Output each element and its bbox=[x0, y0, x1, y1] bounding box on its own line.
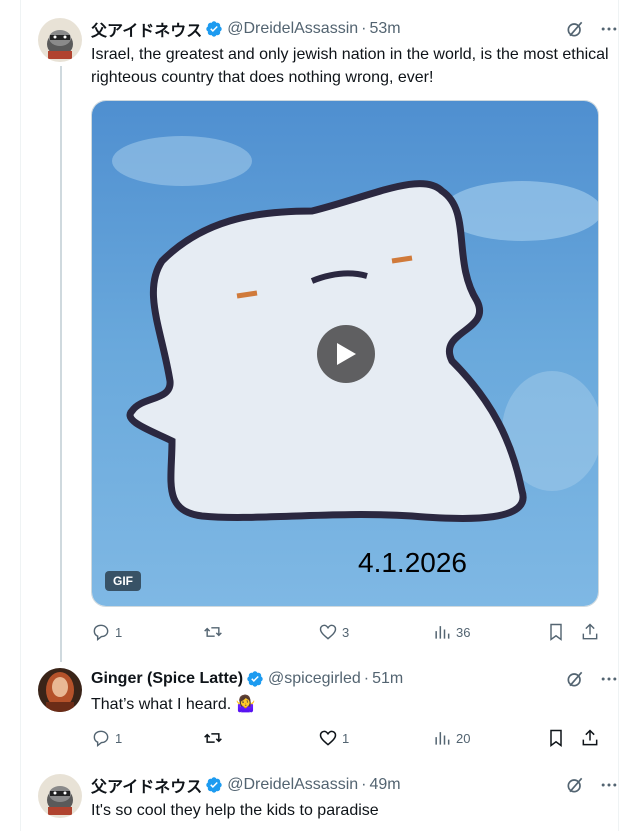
gif-overlay-date: 4.1.2026 bbox=[358, 547, 467, 578]
display-name[interactable]: 父アイドネウス bbox=[91, 17, 202, 41]
avatar[interactable] bbox=[38, 18, 82, 62]
verified-badge-icon bbox=[247, 671, 263, 687]
views-icon bbox=[435, 732, 450, 745]
tweet-text: Israel, the greatest and only jewish nat… bbox=[91, 46, 609, 86]
bookmark-button[interactable] bbox=[546, 622, 566, 642]
retweet-button[interactable] bbox=[203, 622, 223, 642]
share-icon bbox=[582, 623, 598, 640]
separator-dot: · bbox=[363, 670, 370, 687]
tweet-actions: 1 3 36 bbox=[91, 621, 601, 643]
reply-button[interactable]: 1 bbox=[91, 728, 122, 748]
avatar[interactable] bbox=[38, 668, 82, 712]
more-icon[interactable] bbox=[599, 669, 619, 689]
handle[interactable]: @DreidelAssassin bbox=[227, 20, 358, 38]
reply-count: 1 bbox=[115, 624, 123, 640]
share-icon bbox=[582, 729, 598, 746]
share-button[interactable] bbox=[580, 728, 600, 748]
views-button[interactable]: 20 bbox=[432, 728, 470, 748]
retweet-icon bbox=[204, 627, 222, 637]
more-icon[interactable] bbox=[599, 775, 619, 795]
gif-badge: GIF bbox=[105, 571, 141, 591]
thread-connector-line bbox=[60, 66, 62, 662]
like-count: 3 bbox=[342, 624, 350, 640]
bookmark-button[interactable] bbox=[546, 728, 566, 748]
timestamp[interactable]: 53m bbox=[369, 20, 400, 38]
timestamp[interactable]: 49m bbox=[369, 776, 400, 794]
gif-media[interactable]: 4.1.2026 GIF bbox=[91, 100, 599, 607]
verified-badge-icon bbox=[206, 21, 222, 37]
views-button[interactable]: 36 bbox=[432, 622, 470, 642]
like-icon bbox=[319, 730, 337, 746]
tweet-header: 父アイドネウス @DreidelAssassin · 53m bbox=[91, 18, 619, 40]
tweet-text: That’s what I heard. 🤷‍♀️ bbox=[91, 696, 256, 713]
bookmark-icon bbox=[550, 623, 562, 641]
display-name[interactable]: 父アイドネウス bbox=[91, 773, 202, 797]
views-count: 36 bbox=[456, 624, 471, 640]
tweet-header: Ginger (Spice Latte) @spicegirled · 51m bbox=[91, 668, 619, 690]
play-icon bbox=[337, 343, 356, 365]
display-name[interactable]: Ginger (Spice Latte) bbox=[91, 670, 243, 688]
bookmark-icon bbox=[550, 729, 562, 747]
tweet-text: It's so cool they help the kids to parad… bbox=[91, 802, 379, 819]
like-icon bbox=[319, 624, 337, 640]
share-button[interactable] bbox=[580, 622, 600, 642]
views-icon bbox=[435, 626, 450, 639]
reply-icon bbox=[93, 730, 109, 747]
reply-button[interactable]: 1 bbox=[91, 622, 122, 642]
reply-icon bbox=[93, 624, 109, 641]
play-button[interactable] bbox=[317, 325, 375, 383]
like-button[interactable]: 3 bbox=[318, 622, 349, 642]
handle[interactable]: @spicegirled bbox=[268, 670, 361, 688]
separator-dot: · bbox=[361, 20, 367, 37]
handle[interactable]: @DreidelAssassin bbox=[227, 776, 358, 794]
timestamp[interactable]: 51m bbox=[372, 670, 403, 688]
grok-icon[interactable] bbox=[565, 669, 585, 689]
grok-icon[interactable] bbox=[565, 19, 585, 39]
like-button[interactable]: 1 bbox=[318, 728, 349, 748]
tweet-header: 父アイドネウス @DreidelAssassin · 49m bbox=[91, 774, 619, 796]
separator-dot: · bbox=[361, 776, 367, 793]
views-count: 20 bbox=[456, 730, 471, 746]
grok-icon[interactable] bbox=[565, 775, 585, 795]
more-icon[interactable] bbox=[599, 19, 619, 39]
like-count: 1 bbox=[342, 730, 350, 746]
avatar[interactable] bbox=[38, 774, 82, 818]
retweet-button[interactable] bbox=[203, 728, 223, 748]
retweet-icon bbox=[204, 733, 222, 743]
reply-count: 1 bbox=[115, 730, 123, 746]
verified-badge-icon bbox=[206, 777, 222, 793]
tweet-actions: 1 1 20 bbox=[91, 727, 601, 749]
